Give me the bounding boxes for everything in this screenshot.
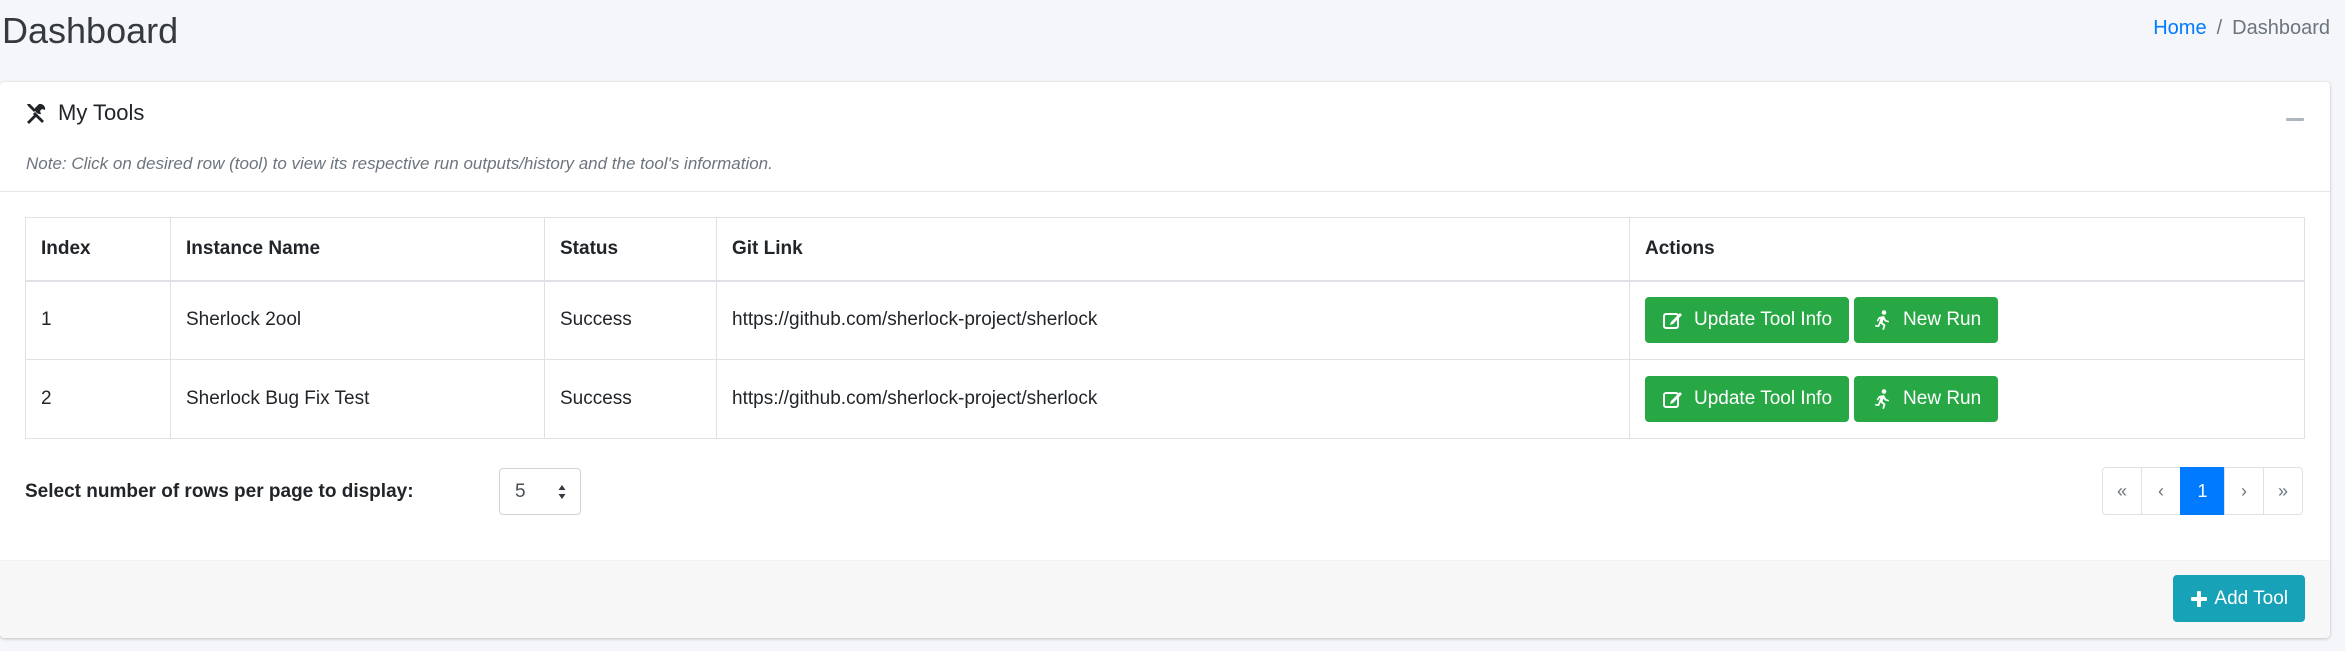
pagination-page-1[interactable]: 1	[2180, 467, 2225, 515]
table-header-row: Index Instance Name Status Git Link Acti…	[25, 217, 2305, 282]
table-row[interactable]: 1 Sherlock 2ool Success https://github.c…	[25, 280, 2305, 360]
plus-icon	[2190, 590, 2208, 608]
column-header-instance-name: Instance Name	[170, 217, 545, 282]
pagination-last[interactable]: »	[2263, 467, 2303, 515]
column-header-index: Index	[25, 217, 171, 282]
column-header-actions: Actions	[1629, 217, 2305, 282]
pagination-next[interactable]: ›	[2224, 467, 2264, 515]
cell-status: Success	[544, 359, 717, 439]
add-tool-button[interactable]: Add Tool	[2173, 575, 2305, 622]
update-tool-info-button[interactable]: Update Tool Info	[1645, 297, 1850, 344]
pagination-prev[interactable]: ‹	[2141, 467, 2181, 515]
update-tool-info-label: Update Tool Info	[1694, 309, 1833, 331]
edit-icon	[1662, 309, 1684, 331]
card-title-text: My Tools	[58, 100, 145, 125]
card-footer: Add Tool	[0, 560, 2330, 638]
page-header: Dashboard Home / Dashboard	[0, 0, 2345, 66]
breadcrumb-current: Dashboard	[2232, 17, 2330, 39]
cell-index: 1	[25, 280, 171, 360]
running-icon	[1871, 309, 1893, 331]
cell-actions: Update Tool Info New Run	[1629, 359, 2305, 439]
column-header-git-link: Git Link	[716, 217, 1630, 282]
card-header: My Tools Note: Click on desired row (too…	[0, 82, 2330, 192]
cell-instance-name: Sherlock 2ool	[170, 280, 545, 360]
cell-status: Success	[544, 280, 717, 360]
new-run-label: New Run	[1903, 309, 1982, 331]
card-note: Note: Click on desired row (tool) to vie…	[26, 154, 773, 173]
breadcrumb: Home / Dashboard	[2153, 17, 2330, 40]
running-icon	[1871, 388, 1893, 410]
new-run-button[interactable]: New Run	[1854, 376, 1999, 422]
update-tool-info-button[interactable]: Update Tool Info	[1645, 376, 1850, 422]
update-tool-info-label: Update Tool Info	[1694, 388, 1833, 409]
cell-index: 2	[25, 359, 171, 439]
collapse-button[interactable]	[2286, 118, 2304, 121]
cell-instance-name: Sherlock Bug Fix Test	[170, 359, 545, 439]
select-caret-icon	[558, 484, 566, 500]
add-tool-label: Add Tool	[2214, 587, 2288, 609]
page-title: Dashboard	[2, 10, 179, 51]
rows-per-page-label: Select number of rows per page to displa…	[25, 481, 414, 502]
new-run-button[interactable]: New Run	[1854, 297, 1999, 344]
rows-per-page-select[interactable]: 5	[499, 468, 581, 515]
cell-git-link: https://github.com/sherlock-project/sher…	[716, 280, 1630, 360]
pagination: « ‹ 1 › »	[2102, 467, 2303, 515]
column-header-status: Status	[544, 217, 717, 282]
cell-actions: Update Tool Info New Run	[1629, 280, 2305, 360]
edit-icon	[1662, 388, 1684, 410]
rows-per-page-value: 5	[515, 480, 526, 502]
new-run-label: New Run	[1903, 388, 1982, 409]
pagination-first[interactable]: «	[2102, 467, 2142, 515]
breadcrumb-home-link[interactable]: Home	[2153, 17, 2206, 39]
tools-table: Index Instance Name Status Git Link Acti…	[25, 217, 2305, 439]
tools-icon	[24, 101, 48, 125]
breadcrumb-separator: /	[2216, 17, 2223, 39]
cell-git-link: https://github.com/sherlock-project/sher…	[716, 359, 1630, 439]
my-tools-card: My Tools Note: Click on desired row (too…	[0, 82, 2330, 638]
table-row[interactable]: 2 Sherlock Bug Fix Test Success https://…	[25, 359, 2305, 439]
card-title: My Tools	[24, 100, 144, 126]
